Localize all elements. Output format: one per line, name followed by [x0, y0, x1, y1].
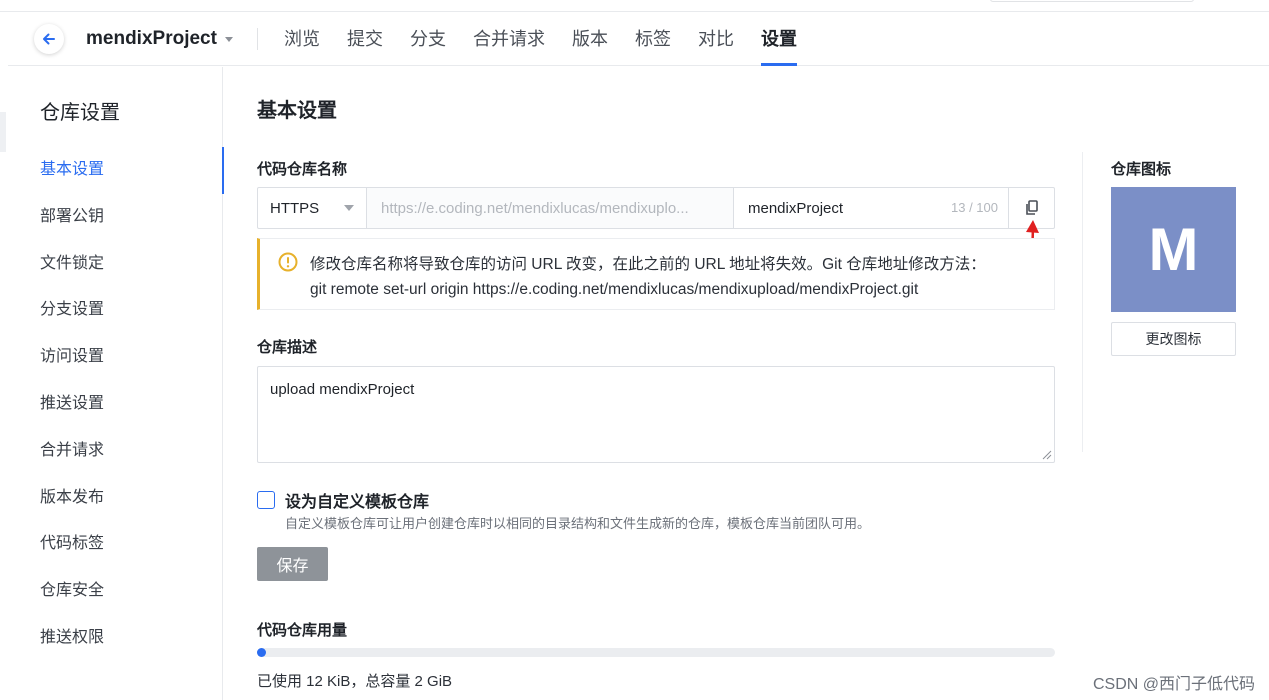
sidebar-item-releases[interactable]: 版本发布 [8, 475, 223, 522]
repo-name-value: mendixProject [748, 199, 844, 217]
tab-settings[interactable]: 设置 [761, 12, 797, 66]
top-strip [0, 0, 1269, 12]
description-value: upload mendixProject [270, 381, 415, 398]
sidebar-edge-marker [0, 112, 6, 152]
repo-name-label: 代码仓库名称 [257, 161, 348, 178]
page-title: 基本设置 [257, 100, 337, 122]
sidebar-title: 仓库设置 [40, 102, 120, 124]
settings-sidebar: 仓库设置 基本设置 部署公钥 文件锁定 分支设置 访问设置 推送设置 合并请求 … [8, 67, 224, 700]
usage-progress-fill [257, 648, 266, 657]
usage-label: 代码仓库用量 [257, 622, 348, 639]
watermark: CSDN @西门子低代码 [1092, 676, 1255, 693]
description-textarea[interactable]: upload mendixProject [257, 366, 1055, 463]
warning-text: 修改仓库名称将导致仓库的访问 URL 改变，在此之前的 URL 地址将失效。Gi… [310, 252, 986, 302]
avatar-letter: M [1148, 216, 1199, 283]
tab-compare[interactable]: 对比 [698, 12, 734, 66]
template-repo-option[interactable]: 设为自定义模板仓库 [257, 488, 429, 512]
tab-merge-requests[interactable]: 合并请求 [473, 12, 545, 66]
warning-line-1: 修改仓库名称将导致仓库的访问 URL 改变，在此之前的 URL 地址将失效。Gi… [310, 256, 986, 273]
protocol-value: HTTPS [270, 199, 320, 217]
repo-name-input[interactable]: mendixProject 13 / 100 [734, 188, 1054, 228]
repo-avatar: M [1111, 187, 1236, 312]
sidebar-item-push-permissions[interactable]: 推送权限 [8, 615, 223, 662]
tab-releases[interactable]: 版本 [572, 12, 608, 66]
sidebar-item-repo-security[interactable]: 仓库安全 [8, 568, 223, 615]
repo-icon-label: 仓库图标 [1111, 161, 1172, 178]
template-repo-hint: 自定义模板仓库可让用户创建仓库时以相同的目录结构和文件生成新的仓库，模板仓库当前… [285, 516, 871, 531]
sidebar-item-deploy-keys[interactable]: 部署公钥 [8, 194, 223, 241]
template-repo-checkbox[interactable] [257, 491, 275, 509]
project-name: mendixProject [86, 28, 217, 49]
chevron-down-icon [344, 205, 354, 211]
template-repo-label: 设为自定义模板仓库 [285, 494, 430, 511]
arrow-left-icon [43, 33, 55, 45]
header-divider [257, 28, 258, 50]
description-label: 仓库描述 [257, 339, 318, 356]
repo-url-field: HTTPS https://e.coding.net/mendixlucas/m… [257, 187, 1055, 229]
protocol-select[interactable]: HTTPS [258, 188, 367, 228]
url-prefix: https://e.coding.net/mendixlucas/mendixu… [367, 188, 734, 228]
sidebar-item-push-settings[interactable]: 推送设置 [8, 381, 223, 428]
repo-header: mendixProject 浏览 提交 分支 合并请求 版本 标签 对比 设置 [8, 12, 1269, 66]
chevron-down-icon [224, 36, 233, 42]
rename-warning: 修改仓库名称将导致仓库的访问 URL 改变，在此之前的 URL 地址将失效。Gi… [257, 238, 1055, 310]
save-button[interactable]: 保存 [257, 547, 328, 581]
sidebar-item-code-tags[interactable]: 代码标签 [8, 521, 223, 568]
usage-progress-bar [257, 648, 1055, 657]
warning-icon [278, 252, 298, 272]
sidebar-menu: 基本设置 部署公钥 文件锁定 分支设置 访问设置 推送设置 合并请求 版本发布 … [8, 147, 224, 662]
usage-text: 已使用 12 KiB，总容量 2 GiB [257, 673, 453, 690]
resize-handle-icon[interactable] [1042, 450, 1052, 460]
repo-tabs: 浏览 提交 分支 合并请求 版本 标签 对比 设置 [284, 12, 824, 66]
sidebar-item-file-lock[interactable]: 文件锁定 [8, 241, 223, 288]
tab-browse[interactable]: 浏览 [284, 12, 320, 66]
sidebar-item-access-settings[interactable]: 访问设置 [8, 334, 223, 381]
tab-branches[interactable]: 分支 [410, 12, 446, 66]
column-divider [1082, 152, 1083, 452]
sidebar-item-merge-requests[interactable]: 合并请求 [8, 428, 223, 475]
warning-line-2: git remote set-url origin https://e.codi… [310, 281, 919, 298]
tab-commits[interactable]: 提交 [347, 12, 383, 66]
char-counter: 13 / 100 [951, 200, 998, 215]
project-switcher[interactable]: mendixProject [86, 28, 233, 50]
tab-tags[interactable]: 标签 [635, 12, 671, 66]
copy-icon [1025, 200, 1038, 215]
change-icon-button[interactable]: 更改图标 [1111, 322, 1236, 356]
sidebar-item-basic-settings[interactable]: 基本设置 [8, 147, 224, 194]
sidebar-item-branch-settings[interactable]: 分支设置 [8, 287, 223, 334]
top-search-box-edge[interactable] [990, 0, 1194, 2]
back-button[interactable] [34, 24, 64, 54]
